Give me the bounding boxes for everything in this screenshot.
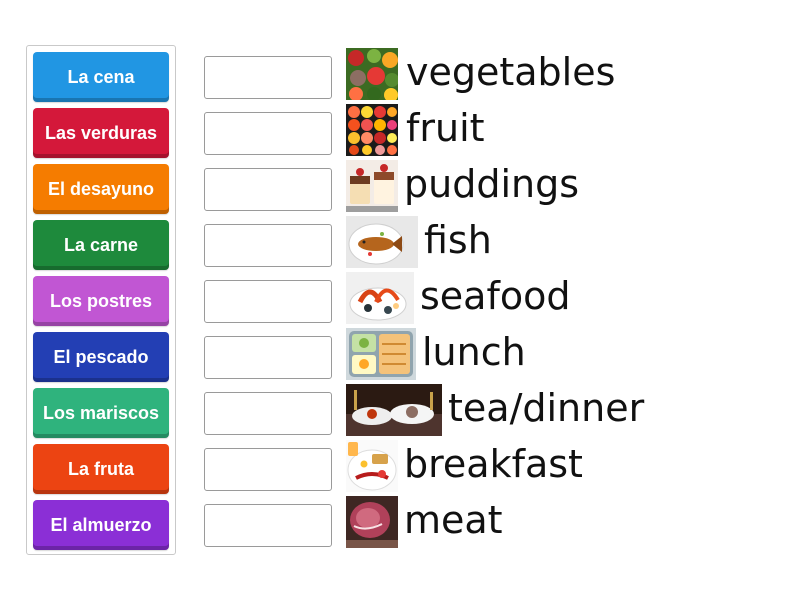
match-row: meat bbox=[0, 496, 800, 552]
word-puddings: puddings bbox=[404, 162, 580, 206]
word-breakfast: breakfast bbox=[404, 442, 583, 486]
meat-photo bbox=[346, 496, 398, 548]
puddings-photo bbox=[346, 160, 398, 212]
seafood-photo bbox=[346, 272, 414, 324]
drop-zone-9[interactable] bbox=[204, 504, 332, 547]
word-seafood: seafood bbox=[420, 274, 571, 318]
match-row: fish bbox=[0, 216, 800, 272]
drop-zone-3[interactable] bbox=[204, 168, 332, 211]
dinner-photo bbox=[346, 384, 442, 436]
match-row: vegetables bbox=[0, 48, 800, 104]
match-row: puddings bbox=[0, 160, 800, 216]
word-tea-dinner: tea/dinner bbox=[448, 386, 645, 430]
fish-photo bbox=[346, 216, 418, 268]
word-fish: fish bbox=[424, 218, 492, 262]
drop-zone-4[interactable] bbox=[204, 224, 332, 267]
drop-zone-6[interactable] bbox=[204, 336, 332, 379]
drop-zone-7[interactable] bbox=[204, 392, 332, 435]
breakfast-photo bbox=[346, 440, 398, 492]
match-row: tea/dinner bbox=[0, 384, 800, 440]
word-fruit: fruit bbox=[406, 106, 485, 150]
drop-zone-1[interactable] bbox=[204, 56, 332, 99]
drop-zone-5[interactable] bbox=[204, 280, 332, 323]
match-row: breakfast bbox=[0, 440, 800, 496]
match-row: lunch bbox=[0, 328, 800, 384]
lunch-photo bbox=[346, 328, 416, 380]
word-meat: meat bbox=[404, 498, 503, 542]
match-row: fruit bbox=[0, 104, 800, 160]
fruit-photo bbox=[346, 104, 398, 156]
drop-zone-2[interactable] bbox=[204, 112, 332, 155]
match-row: seafood bbox=[0, 272, 800, 328]
vegetables-photo bbox=[346, 48, 398, 100]
word-vegetables: vegetables bbox=[406, 50, 616, 94]
word-lunch: lunch bbox=[422, 330, 526, 374]
drop-zone-8[interactable] bbox=[204, 448, 332, 491]
